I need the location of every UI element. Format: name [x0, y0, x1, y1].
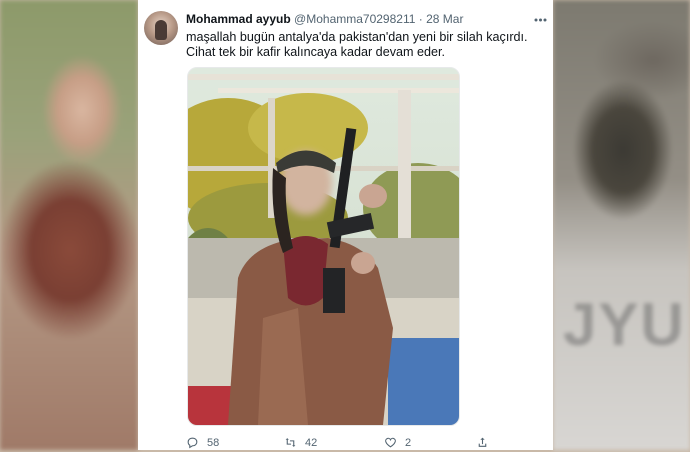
tweet-card[interactable]: Mohammad ayyub @Mohamma70298211 · 28 Mar… — [138, 0, 553, 450]
avatar[interactable] — [144, 11, 178, 45]
like-button[interactable]: 2 — [384, 436, 411, 449]
tweet-text: maşallah bugün antalya'da pakistan'dan y… — [186, 30, 528, 59]
blurred-background-text: JYU — [563, 291, 686, 358]
photo-image — [188, 68, 459, 425]
heart-icon — [385, 437, 396, 448]
author-name[interactable]: Mohammad ayyub — [186, 12, 291, 26]
share-button[interactable] — [476, 436, 489, 449]
reply-count: 58 — [207, 436, 220, 449]
reply-icon — [187, 437, 198, 449]
separator-dot: · — [418, 12, 423, 26]
retweet-count: 42 — [305, 436, 318, 449]
blurred-background-left — [0, 0, 138, 450]
blurred-background-right: JYU — [553, 0, 690, 450]
tweet-date[interactable]: 28 Mar — [426, 12, 463, 26]
retweet-button[interactable]: 42 — [284, 436, 317, 449]
share-icon — [478, 437, 487, 447]
tweet-header: Mohammad ayyub @Mohamma70298211 · 28 Mar — [186, 12, 463, 26]
tweet-photo[interactable] — [187, 67, 460, 426]
retweet-icon — [285, 438, 296, 447]
like-count: 2 — [405, 436, 412, 449]
author-handle[interactable]: @Mohamma70298211 — [294, 12, 415, 26]
more-horizontal-icon[interactable] — [534, 10, 547, 25]
reply-button[interactable]: 58 — [186, 436, 219, 449]
